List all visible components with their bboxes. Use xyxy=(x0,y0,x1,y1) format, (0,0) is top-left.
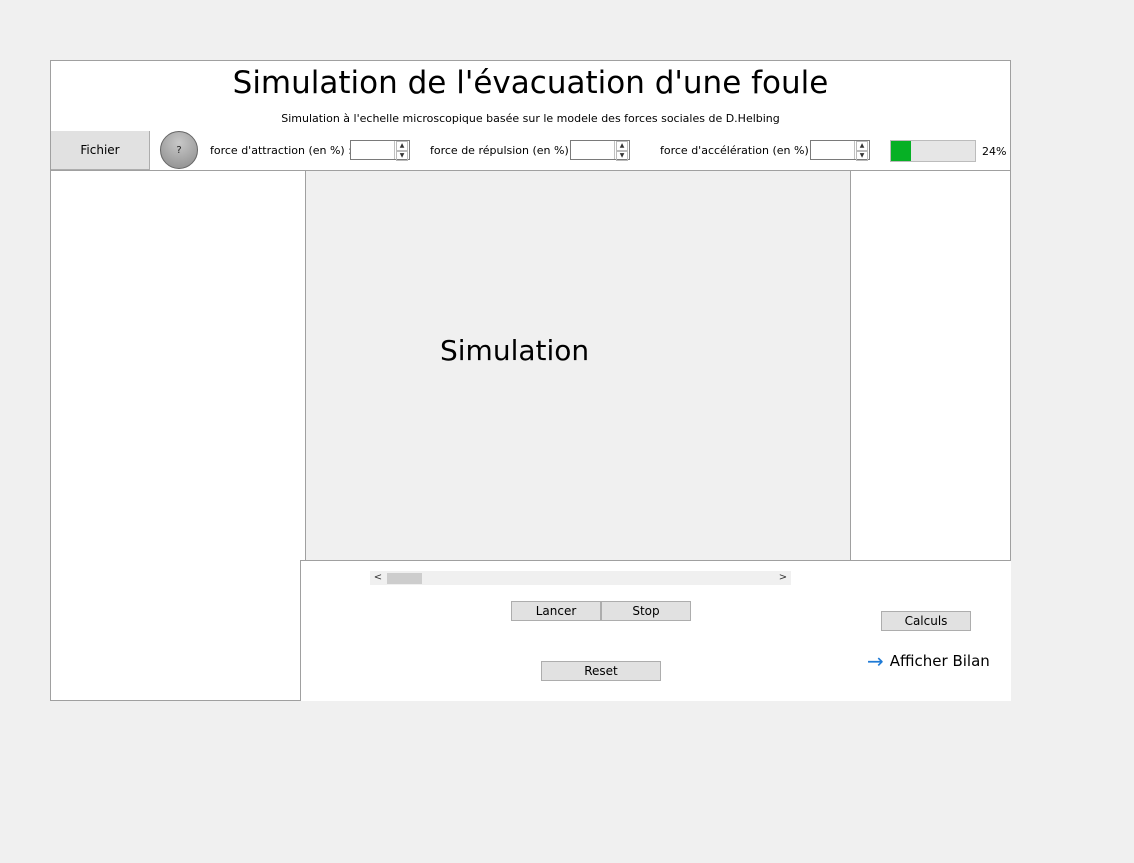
right-panel xyxy=(851,171,1010,560)
progress-fill xyxy=(891,141,912,161)
chevron-right-icon[interactable]: > xyxy=(775,571,791,585)
toolbar: Fichier ? force d'attraction (en %) : ▲ … xyxy=(51,131,1010,171)
afficher-bilan-label: Afficher Bilan xyxy=(889,652,990,670)
calculs-button[interactable]: Calculs xyxy=(881,611,971,631)
spin-down-icon[interactable]: ▼ xyxy=(616,151,628,161)
chevron-left-icon[interactable]: < xyxy=(370,571,386,585)
stop-button[interactable]: Stop xyxy=(601,601,691,621)
horizontal-scrollbar[interactable]: < > xyxy=(370,571,791,585)
arrow-right-icon: → xyxy=(867,649,884,673)
attraction-spinbox[interactable]: ▲ ▼ xyxy=(350,140,410,161)
spin-up-icon[interactable]: ▲ xyxy=(616,141,628,151)
reset-button[interactable]: Reset xyxy=(541,661,661,681)
page-title: Simulation de l'évacuation d'une foule xyxy=(232,65,829,101)
progress-bar xyxy=(890,140,976,162)
main-window: Simulation de l'évacuation d'une foule S… xyxy=(50,60,1011,701)
spin-down-icon[interactable]: ▼ xyxy=(856,151,868,161)
repulsion-spinbox[interactable]: ▲ ▼ xyxy=(570,140,630,161)
page-subtitle: Simulation à l'echelle microscopique bas… xyxy=(281,112,780,125)
repulsion-stepper[interactable]: ▲ ▼ xyxy=(614,141,629,161)
help-icon: ? xyxy=(176,144,182,156)
spin-up-icon[interactable]: ▲ xyxy=(856,141,868,151)
left-panel xyxy=(51,171,306,700)
help-button[interactable]: ? xyxy=(160,131,198,169)
acceleration-stepper[interactable]: ▲ ▼ xyxy=(854,141,869,161)
header: Simulation de l'évacuation d'une foule S… xyxy=(51,61,1010,132)
lancer-button[interactable]: Lancer xyxy=(511,601,601,621)
scrollbar-thumb[interactable] xyxy=(387,573,422,584)
fichier-button[interactable]: Fichier xyxy=(51,131,150,170)
simulation-label: Simulation xyxy=(440,334,590,367)
attraction-stepper[interactable]: ▲ ▼ xyxy=(394,141,409,161)
spin-up-icon[interactable]: ▲ xyxy=(396,141,408,151)
acceleration-label: force d'accélération (en %) : xyxy=(660,144,816,157)
repulsion-label: force de répulsion (en %) : xyxy=(430,144,576,157)
afficher-bilan-link[interactable]: → Afficher Bilan xyxy=(867,649,990,673)
progress-percent: 24% xyxy=(982,145,1007,158)
spin-down-icon[interactable]: ▼ xyxy=(396,151,408,161)
simulation-area[interactable]: Simulation xyxy=(306,171,851,560)
controls-panel: < > Lancer Stop Reset Calculs → Afficher… xyxy=(300,560,1011,701)
attraction-label: force d'attraction (en %) : xyxy=(210,144,352,157)
acceleration-spinbox[interactable]: ▲ ▼ xyxy=(810,140,870,161)
